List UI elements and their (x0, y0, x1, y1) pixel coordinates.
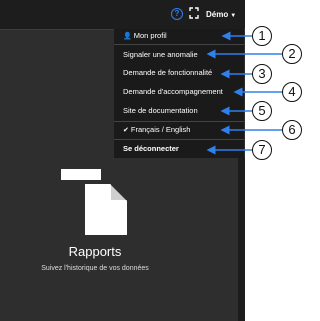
callout-badge-6: 6 (282, 120, 302, 140)
user-menu-button[interactable]: Démo ▼ (206, 8, 236, 22)
caret-down-icon: ▼ (230, 13, 237, 19)
callout-badge-3: 3 (252, 64, 272, 84)
check-icon: ✔ (123, 127, 129, 134)
callout-badge-2: 2 (282, 44, 302, 64)
menu-item-label: Demande de fonctionnalité (123, 68, 213, 77)
menu-item-profile[interactable]: 👤 Mon profil (114, 30, 243, 43)
menu-item-logout[interactable]: Se déconnecter (114, 143, 243, 155)
menu-item-label: Mon profil (133, 31, 167, 40)
reports-document-icon (61, 169, 128, 235)
reports-title: Rapports (68, 244, 122, 259)
menu-divider (114, 44, 244, 45)
callout-badge-4: 4 (282, 82, 302, 102)
menu-item-support-request[interactable]: Demande d'accompagnement (114, 86, 243, 98)
menu-item-documentation[interactable]: Site de documentation (114, 105, 243, 117)
menu-item-feature-request[interactable]: Demande de fonctionnalité (114, 67, 243, 79)
user-name: Démo (206, 10, 229, 19)
menu-item-label: Signaler une anomalie (123, 50, 198, 59)
help-icon[interactable]: ? (171, 8, 183, 20)
app-window: ? Démo ▼ 👤 Mon profil Signaler une anomali… (0, 0, 245, 321)
menu-item-report-anomaly[interactable]: Signaler une anomalie (114, 49, 243, 61)
menu-item-label: Site de documentation (123, 106, 198, 115)
fullscreen-icon[interactable] (189, 7, 199, 19)
user-dropdown-menu: 👤 Mon profil Signaler une anomalie Demand… (114, 29, 244, 158)
menu-item-label: Se déconnecter (123, 144, 179, 153)
menu-divider (114, 139, 244, 140)
menu-item-language[interactable]: ✔ Français / English (114, 124, 243, 137)
callout-badge-1: 1 (252, 26, 272, 46)
reports-subtitle: Suivez l'historique de vos données (41, 265, 149, 272)
callout-badge-5: 5 (252, 101, 272, 121)
menu-item-label: Demande d'accompagnement (123, 87, 223, 96)
user-icon: 👤 (123, 33, 132, 40)
menu-item-label: Français / English (130, 125, 191, 134)
scrollbar[interactable] (238, 158, 245, 321)
menu-divider (114, 121, 244, 122)
top-bar: ? Démo ▼ (0, 0, 245, 30)
callout-badge-7: 7 (252, 140, 272, 160)
